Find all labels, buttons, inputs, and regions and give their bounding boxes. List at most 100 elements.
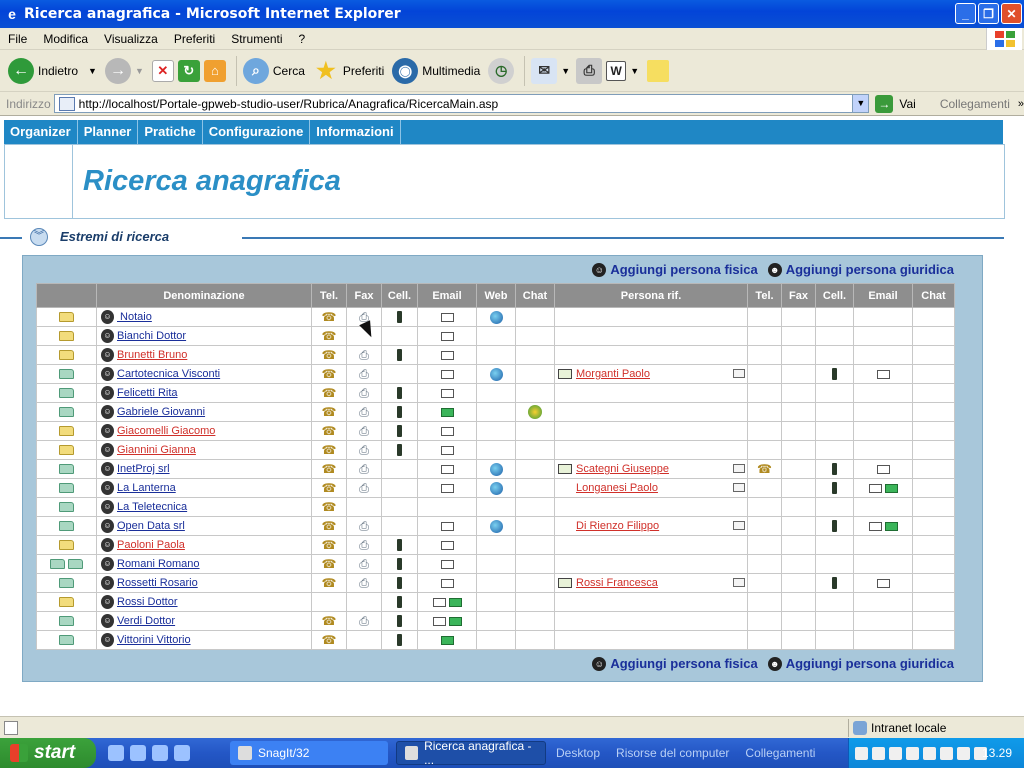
mobile-icon[interactable]: [397, 634, 402, 647]
email-sent-icon[interactable]: [440, 635, 454, 645]
contact-link[interactable]: Bianchi Dottor: [117, 330, 186, 342]
email-sent-icon[interactable]: [448, 616, 462, 626]
email-icon[interactable]: [440, 578, 454, 588]
email-icon[interactable]: [440, 331, 454, 341]
contact-link[interactable]: Cartotecnica Visconti: [117, 368, 220, 380]
mobile-icon[interactable]: [397, 615, 402, 628]
quicklaunch-ie-icon[interactable]: [108, 745, 124, 761]
contact-card-icon[interactable]: [733, 483, 745, 492]
close-button[interactable]: ✕: [1001, 3, 1022, 24]
home-icon[interactable]: ⌂: [203, 59, 226, 82]
contact-link[interactable]: Paoloni Paola: [117, 539, 185, 551]
add-persona-giuridica-link[interactable]: ☻ Aggiungi persona giuridica: [767, 656, 954, 671]
mobile-icon[interactable]: [832, 482, 837, 495]
mobile-icon[interactable]: [397, 596, 402, 609]
folder-icon[interactable]: [59, 407, 74, 418]
go-button[interactable]: → Vai: [875, 94, 916, 113]
menu-strumenti[interactable]: Strumenti: [223, 32, 290, 46]
phone-icon[interactable]: ☎: [322, 634, 337, 646]
nav-configurazione[interactable]: Configurazione: [203, 120, 311, 144]
folder-icon[interactable]: [59, 350, 74, 361]
email-icon[interactable]: [876, 578, 890, 588]
print-icon[interactable]: ⎙: [576, 57, 603, 84]
email-sent-icon[interactable]: [448, 597, 462, 607]
quicklaunch-app-icon[interactable]: [152, 745, 168, 761]
mobile-icon[interactable]: [832, 577, 837, 590]
back-dropdown-icon[interactable]: ▼: [88, 66, 97, 76]
contact-link[interactable]: Notaio: [117, 311, 152, 323]
phone-icon[interactable]: ☎: [322, 577, 337, 589]
folder-icon[interactable]: [59, 616, 74, 627]
web-globe-icon[interactable]: [489, 481, 503, 495]
phone-icon[interactable]: ☎: [322, 463, 337, 475]
contact-link[interactable]: Open Data srl: [117, 520, 185, 532]
favorites-button[interactable]: ★ Preferiti: [313, 58, 384, 84]
folder-icon[interactable]: [50, 559, 65, 570]
back-button[interactable]: ← Indietro ▼: [8, 57, 97, 84]
tray-icon[interactable]: [957, 746, 970, 760]
persona-rif-link[interactable]: Rossi Francesca: [576, 577, 658, 589]
email-icon[interactable]: [440, 464, 454, 474]
toolbar-risorse[interactable]: Risorse del computer: [616, 746, 729, 760]
address-dropdown-icon[interactable]: ▼: [852, 95, 869, 112]
forward-button[interactable]: → ▼: [104, 57, 144, 84]
web-globe-icon[interactable]: [489, 367, 503, 381]
mobile-icon[interactable]: [397, 406, 402, 419]
contact-link[interactable]: Giacomelli Giacomo: [117, 425, 215, 437]
email-icon[interactable]: [432, 597, 446, 607]
fax-icon[interactable]: ⎙: [359, 558, 369, 570]
phone-icon[interactable]: ☎: [322, 349, 337, 361]
contact-link[interactable]: Giannini Gianna: [117, 444, 196, 456]
phone-icon[interactable]: ☎: [322, 558, 337, 570]
fax-icon[interactable]: ⎙: [359, 577, 369, 589]
email-icon[interactable]: [440, 445, 454, 455]
note-icon[interactable]: [647, 59, 670, 82]
media-button[interactable]: ◉ Multimedia: [392, 57, 480, 84]
contact-card-icon[interactable]: [733, 521, 745, 530]
email-icon[interactable]: [440, 426, 454, 436]
mobile-icon[interactable]: [397, 444, 402, 457]
email-icon[interactable]: [868, 521, 882, 531]
contact-link[interactable]: Vittorini Vittorio: [117, 634, 191, 646]
phone-icon[interactable]: ☎: [322, 539, 337, 551]
phone-icon[interactable]: ☎: [322, 520, 337, 532]
folder-icon[interactable]: [59, 388, 74, 399]
forward-dropdown-icon[interactable]: ▼: [135, 66, 144, 76]
tray-icon[interactable]: [923, 746, 936, 760]
email-icon[interactable]: [440, 388, 454, 398]
fax-icon[interactable]: ⎙: [359, 463, 369, 475]
email-icon[interactable]: [440, 521, 454, 531]
email-icon[interactable]: [876, 369, 890, 379]
phone-icon[interactable]: ☎: [322, 615, 337, 627]
vcard-icon[interactable]: [558, 578, 572, 589]
links-chevron-icon[interactable]: »: [1018, 98, 1024, 110]
folder-icon[interactable]: [59, 521, 74, 532]
tray-icon[interactable]: [940, 746, 953, 760]
mobile-icon[interactable]: [832, 463, 837, 476]
folder-icon[interactable]: [59, 369, 74, 380]
contact-link[interactable]: Rossetti Rosario: [117, 577, 198, 589]
search-button[interactable]: ⌕ Cerca: [242, 57, 305, 84]
refresh-icon[interactable]: ↻: [177, 59, 200, 82]
mobile-icon[interactable]: [397, 577, 402, 590]
add-persona-fisica-link[interactable]: ☺ Aggiungi persona fisica: [592, 262, 758, 277]
mail-dropdown-icon[interactable]: ▼: [561, 66, 570, 76]
add-persona-fisica-link[interactable]: ☺ Aggiungi persona fisica: [592, 656, 758, 671]
fax-icon[interactable]: ⎙: [359, 368, 369, 380]
tray-icon[interactable]: [872, 746, 885, 760]
folder-icon[interactable]: [59, 312, 74, 323]
email-sent-icon[interactable]: [884, 483, 898, 493]
nav-organizer[interactable]: Organizer: [4, 120, 78, 144]
start-button[interactable]: start: [0, 738, 96, 768]
mobile-icon[interactable]: [397, 558, 402, 571]
persona-rif-link[interactable]: Longanesi Paolo: [576, 482, 658, 494]
phone-icon[interactable]: ☎: [322, 368, 337, 380]
menu-modifica[interactable]: Modifica: [35, 32, 96, 46]
fax-icon[interactable]: ⎙: [359, 444, 369, 456]
email-sent-icon[interactable]: [884, 521, 898, 531]
phone-icon[interactable]: ☎: [322, 311, 337, 323]
email-sent-icon[interactable]: [440, 407, 454, 417]
mobile-icon[interactable]: [397, 425, 402, 438]
edit-icon[interactable]: W: [606, 60, 627, 81]
nav-planner[interactable]: Planner: [78, 120, 139, 144]
